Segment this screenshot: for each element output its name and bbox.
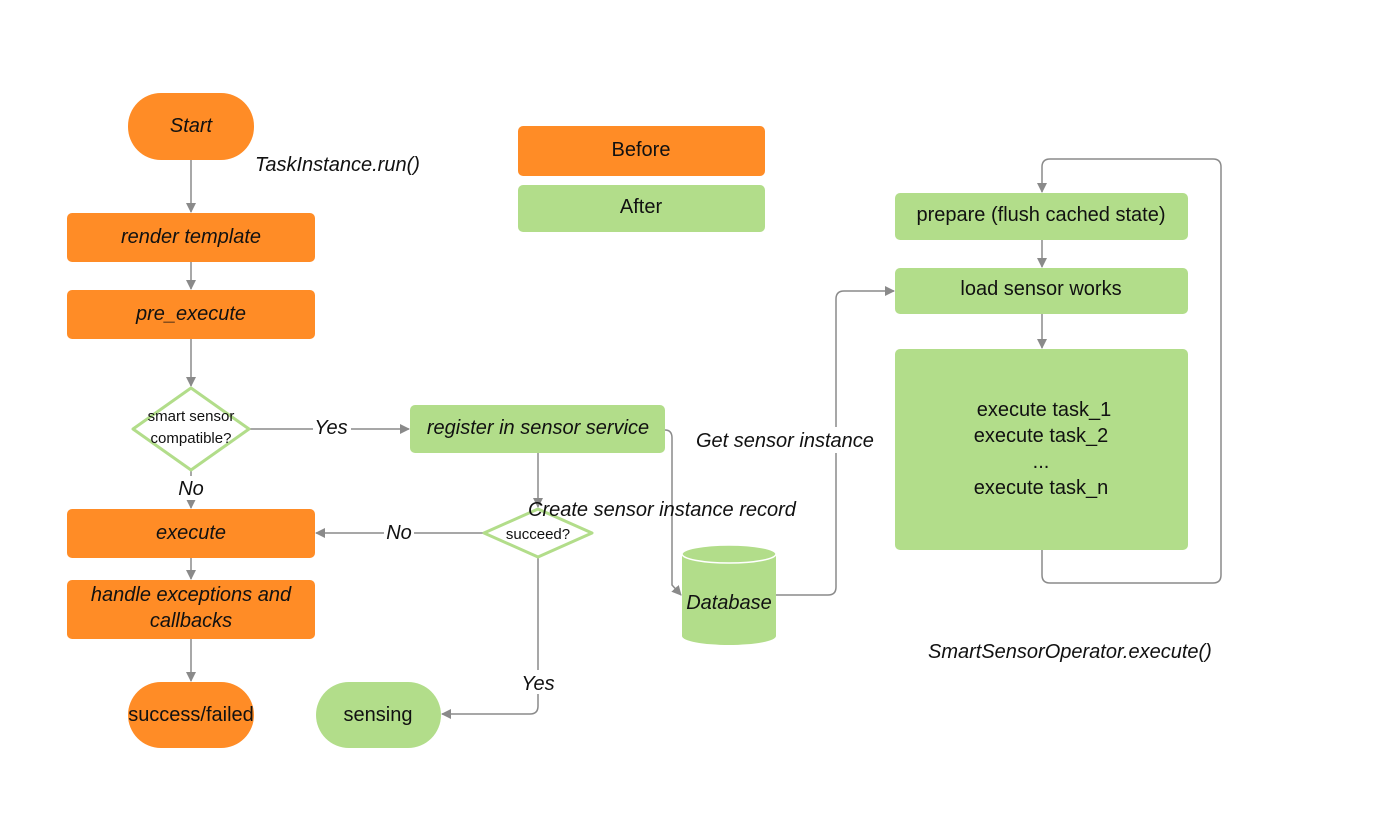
label-no-succeed: No [386,522,412,544]
node-register-label: register in sensor service [427,417,649,439]
decision-smart-sensor [131,386,251,472]
node-load-sensor-works-label: load sensor works [960,278,1121,300]
node-success-failed-label: success/failed [128,704,254,726]
node-prepare-label: prepare (flush cached state) [916,204,1165,226]
node-handle-line1: handle exceptions and [91,584,292,606]
decision-smart-sensor-line2: compatible? [151,430,232,447]
node-execute-tasks [895,349,1188,550]
label-get-instance: Get sensor instance [696,430,874,452]
label-yes-compatible: Yes [314,417,347,439]
task-n-label: execute task_n [974,477,1109,499]
label-create-record: Create sensor instance record [528,499,797,521]
node-database-label: Database [686,592,772,614]
decision-smart-sensor-line1: smart sensor [148,408,235,425]
label-no-compatible: No [178,478,204,500]
label-yes-succeed: Yes [521,673,554,695]
flowchart: Before After Start TaskInstance.run() re… [67,93,1222,748]
smart-sensor-operator-label: SmartSensorOperator.execute() [928,641,1212,663]
legend-before-label: Before [612,139,671,161]
node-sensing-label: sensing [344,704,413,726]
node-execute-label: execute [156,522,226,544]
node-render-template-label: render template [121,226,261,248]
task-2-label: execute task_2 [974,425,1109,447]
ellipsis-label: ... [1033,451,1050,473]
task-1-label: execute task_1 [977,399,1112,421]
node-start-label: Start [170,115,214,137]
task-run-label: TaskInstance.run() [255,154,420,176]
node-pre-execute-label: pre_execute [135,303,246,325]
decision-succeed-label: succeed? [506,526,570,543]
legend-after-label: After [620,196,663,218]
node-handle-line2: callbacks [150,610,232,632]
